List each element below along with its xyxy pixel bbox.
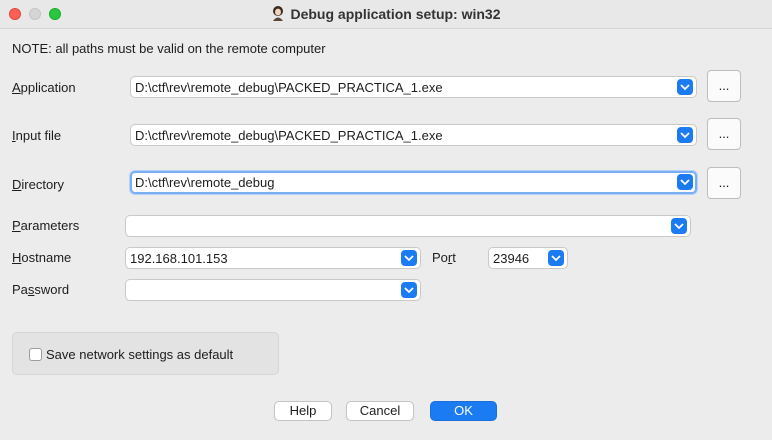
chevron-down-icon[interactable] [548, 250, 564, 266]
application-combo[interactable]: D:\ctf\rev\remote_debug\PACKED_PRACTICA_… [130, 76, 697, 98]
application-label: Application [12, 80, 76, 95]
ida-app-icon [271, 6, 285, 22]
debug-setup-dialog: Debug application setup: win32 NOTE: all… [0, 0, 772, 440]
port-combo[interactable]: 23946 [488, 247, 568, 269]
directory-combo[interactable]: D:\ctf\rev\remote_debug [130, 171, 697, 194]
input-file-value: D:\ctf\rev\remote_debug\PACKED_PRACTICA_… [135, 128, 443, 143]
chevron-down-icon[interactable] [677, 174, 693, 190]
input-file-combo[interactable]: D:\ctf\rev\remote_debug\PACKED_PRACTICA_… [130, 124, 697, 146]
directory-label: Directory [12, 177, 65, 192]
hostname-value: 192.168.101.153 [130, 251, 228, 266]
password-combo[interactable] [125, 279, 421, 301]
help-button[interactable]: Help [274, 401, 332, 421]
input-file-label: Input file [12, 128, 62, 143]
note-text: NOTE: all paths must be valid on the rem… [12, 41, 326, 56]
window-title: Debug application setup: win32 [290, 6, 501, 22]
input-file-browse-button[interactable]: ... [707, 118, 741, 150]
chevron-down-icon[interactable] [671, 218, 687, 234]
save-default-label[interactable]: Save network settings as default [46, 347, 233, 362]
hostname-label: Hostname [12, 250, 72, 265]
chevron-down-icon[interactable] [677, 79, 693, 95]
directory-browse-button[interactable]: ... [707, 167, 741, 199]
network-settings-group: Save network settings as default [12, 332, 279, 375]
parameters-label: Parameters [12, 218, 80, 233]
chevron-down-icon[interactable] [677, 127, 693, 143]
chevron-down-icon[interactable] [401, 282, 417, 298]
window-title-area: Debug application setup: win32 [0, 6, 772, 22]
application-value: D:\ctf\rev\remote_debug\PACKED_PRACTICA_… [135, 80, 443, 95]
save-default-checkbox[interactable] [29, 348, 42, 361]
hostname-combo[interactable]: 192.168.101.153 [125, 247, 421, 269]
port-label: Port [432, 250, 456, 265]
port-value: 23946 [493, 251, 530, 266]
ok-button[interactable]: OK [430, 401, 497, 421]
cancel-button[interactable]: Cancel [346, 401, 414, 421]
parameters-combo[interactable] [125, 215, 691, 237]
chevron-down-icon[interactable] [401, 250, 417, 266]
directory-value: D:\ctf\rev\remote_debug [135, 175, 275, 190]
title-bar: Debug application setup: win32 [0, 0, 772, 29]
password-label: Password [12, 282, 70, 297]
application-browse-button[interactable]: ... [707, 70, 741, 102]
